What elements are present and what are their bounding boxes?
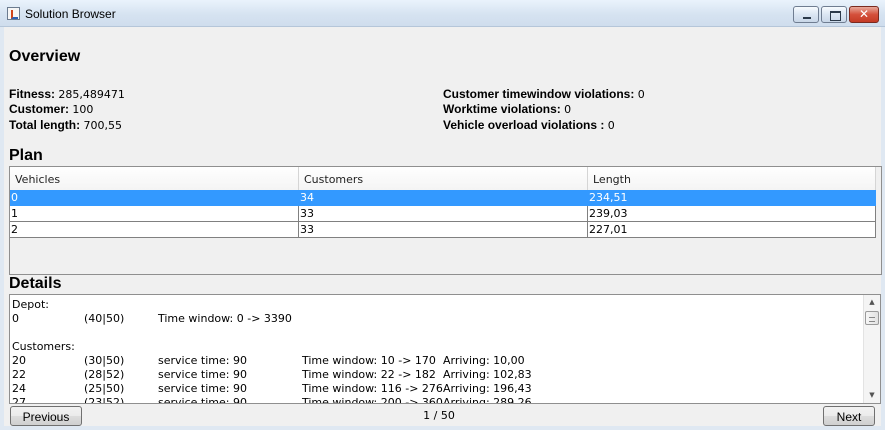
overview-total-length: Total length: 700,55 — [9, 117, 122, 134]
table-row[interactable]: 1 33 239,03 — [10, 206, 876, 222]
column-header-length[interactable]: Length — [588, 167, 876, 190]
scroll-down-arrow-icon[interactable]: ▼ — [864, 388, 880, 403]
table-row[interactable]: 0 34 234,51 — [10, 190, 876, 206]
worktime-violations-label: Worktime violations: — [443, 102, 561, 116]
details-line: Customers: — [12, 340, 860, 354]
plan-table-panel: Vehicles Customers Length 0 34 234,51 1 … — [9, 166, 882, 275]
details-cell: Arriving: 10,00 — [443, 354, 525, 367]
total-length-label: Total length: — [9, 118, 81, 132]
details-cell: 27 — [12, 396, 26, 404]
details-cell: Time window: 0 -> 3390 — [158, 312, 292, 325]
details-cell: (23|52) — [84, 396, 125, 404]
details-text-area[interactable]: Depot: 0 (40|50) Time window: 0 -> 3390 … — [9, 294, 881, 404]
cell-vehicle: 0 — [10, 190, 299, 206]
details-line: 24 (25|50) service time: 90 Time window:… — [12, 382, 860, 396]
details-cell: Arriving: 289,26 — [443, 396, 532, 404]
close-button[interactable]: ✕ — [849, 6, 879, 23]
details-cell: Arriving: 196,43 — [443, 382, 532, 395]
details-cell: Time window: 22 -> 182 — [302, 368, 436, 381]
total-length-value: 700,55 — [83, 119, 122, 132]
overview-worktime-violations: Worktime violations: 0 — [443, 101, 571, 118]
client-area: Overview Fitness: 285,489471 Customer: 1… — [4, 27, 882, 426]
details-cell: (30|50) — [84, 354, 125, 367]
details-scrollbar[interactable]: ▲ ▼ — [863, 295, 880, 403]
next-button[interactable]: Next — [823, 406, 875, 426]
overview-heading: Overview — [9, 48, 81, 65]
details-cell: 20 — [12, 354, 26, 367]
details-cell: Time window: 116 -> 276 — [302, 382, 443, 395]
details-line: 20 (30|50) service time: 90 Time window:… — [12, 354, 860, 368]
details-cell: service time: 90 — [158, 396, 247, 404]
details-line — [12, 326, 860, 340]
solution-browser-window: Solution Browser ✕ Overview Fitness: 285… — [0, 0, 885, 430]
customer-value: 100 — [72, 103, 94, 116]
cell-customers: 33 — [299, 222, 588, 238]
details-line: 22 (28|52) service time: 90 Time window:… — [12, 368, 860, 382]
details-cell: Arriving: 102,83 — [443, 368, 532, 381]
details-cell: service time: 90 — [158, 382, 247, 395]
overview-overload-violations: Vehicle overload violations : 0 — [443, 117, 615, 134]
customer-label: Customer: — [9, 102, 70, 116]
details-line: 27 (23|52) service time: 90 Time window:… — [12, 396, 860, 404]
plan-table: Vehicles Customers Length 0 34 234,51 1 … — [10, 167, 876, 238]
details-cell: Depot: — [12, 298, 49, 311]
cell-vehicle: 2 — [10, 222, 299, 238]
column-header-customers[interactable]: Customers — [299, 167, 588, 190]
details-cell: Time window: 10 -> 170 — [302, 354, 436, 367]
column-header-vehicles[interactable]: Vehicles — [10, 167, 299, 190]
cell-length: 227,01 — [588, 222, 876, 238]
details-cell: service time: 90 — [158, 368, 247, 381]
details-cell: Customers: — [12, 340, 75, 353]
cell-vehicle: 1 — [10, 206, 299, 222]
details-cell: service time: 90 — [158, 354, 247, 367]
details-cell: 0 — [12, 312, 19, 325]
title-bar: Solution Browser ✕ — [0, 0, 885, 27]
fitness-label: Fitness: — [9, 87, 56, 101]
page-indicator: 1 / 50 — [423, 409, 455, 422]
overload-violations-label: Vehicle overload violations : — [443, 118, 605, 132]
cell-customers: 33 — [299, 206, 588, 222]
details-cell: 22 — [12, 368, 26, 381]
details-cell: 24 — [12, 382, 26, 395]
worktime-violations-value: 0 — [564, 103, 572, 116]
scroll-up-arrow-icon[interactable]: ▲ — [864, 295, 880, 310]
java-app-icon — [7, 7, 20, 20]
timewindow-violations-label: Customer timewindow violations: — [443, 87, 635, 101]
plan-table-header: Vehicles Customers Length — [10, 167, 876, 190]
table-row[interactable]: 2 33 227,01 — [10, 222, 876, 238]
details-cell: (25|50) — [84, 382, 125, 395]
details-cell: (40|50) — [84, 312, 125, 325]
cell-length: 234,51 — [588, 190, 876, 206]
details-line: 0 (40|50) Time window: 0 -> 3390 — [12, 312, 860, 326]
details-heading: Details — [9, 275, 62, 292]
scrollbar-thumb[interactable] — [865, 311, 879, 325]
window-title: Solution Browser — [25, 7, 116, 21]
previous-button[interactable]: Previous — [10, 406, 82, 426]
details-content: Depot: 0 (40|50) Time window: 0 -> 3390 … — [12, 298, 860, 404]
details-line: Depot: — [12, 298, 860, 312]
timewindow-violations-value: 0 — [637, 88, 645, 101]
overload-violations-value: 0 — [607, 119, 615, 132]
overview-customer: Customer: 100 — [9, 101, 93, 118]
details-cell: Time window: 200 -> 360 — [302, 396, 443, 404]
plan-heading: Plan — [9, 147, 43, 164]
cell-length: 239,03 — [588, 206, 876, 222]
details-cell: (28|52) — [84, 368, 125, 381]
fitness-value: 285,489471 — [58, 88, 125, 101]
cell-customers: 34 — [299, 190, 588, 206]
maximize-button[interactable] — [821, 6, 847, 23]
minimize-button[interactable] — [793, 6, 819, 23]
